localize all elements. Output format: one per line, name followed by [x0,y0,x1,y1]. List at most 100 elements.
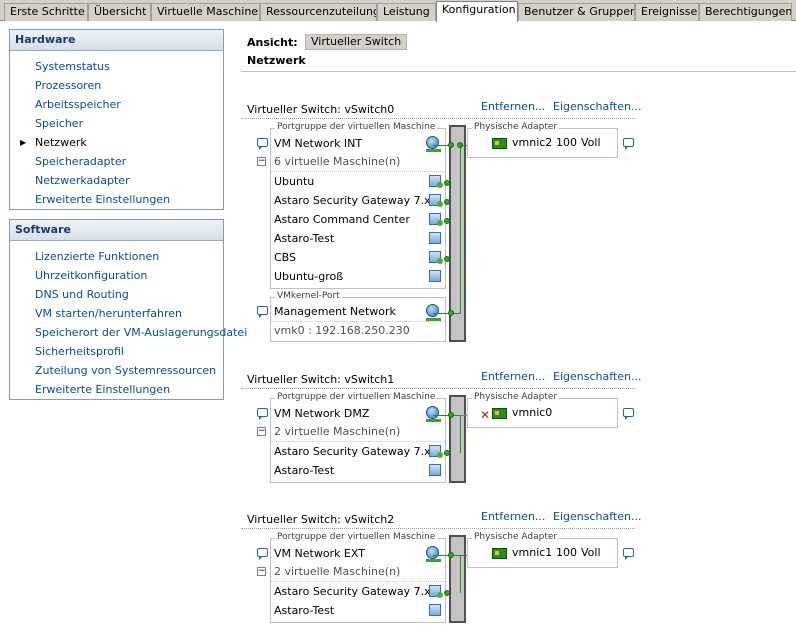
vswitch0-portgroup-name[interactable]: VM Network INT [274,134,362,153]
vswitch2-vm-count: 2 virtuelle Maschine(n) [274,565,401,578]
vswitch1-remove-link[interactable]: Entfernen... [481,370,545,383]
hardware-item-speicheradapter[interactable]: Speicheradapter [10,152,223,171]
vswitch1-portgroup-info-icon[interactable] [257,408,268,420]
vswitch0-adapter-name[interactable]: vmnic2 [512,136,552,149]
vswitch2-remove-link[interactable]: Entfernen... [481,510,545,523]
port-dot [444,450,450,456]
vswitch2-adapter-duplex: Voll [581,546,601,559]
wire [460,555,461,593]
vswitch1-adapter-caption: Physische Adapter [472,392,560,402]
view-label: Ansicht: [247,36,298,49]
vswitch1-adapter-name[interactable]: vmnic0 [512,406,552,419]
vm-row-acc[interactable]: Astaro Command Center [274,210,410,229]
port-dot [448,552,454,558]
hardware-item-speicher[interactable]: Speicher [10,114,223,133]
vswitch0-properties-link[interactable]: Eigenschaften... [553,100,641,113]
vswitch1-portgroup-name[interactable]: VM Network DMZ [274,404,369,423]
software-item-systemressourcen[interactable]: Zuteilung von Systemressourcen [10,361,223,380]
tab-erste-schritte[interactable]: Erste Schritte [4,3,88,21]
vswitch0-vm-count: 6 virtuelle Maschine(n) [274,155,401,168]
tab-ereignisse[interactable]: Ereignisse [635,3,699,21]
network-globe-icon [426,136,439,149]
vswitch1-divider [241,388,635,389]
wire [433,313,461,314]
vm-row-cbs[interactable]: CBS [274,248,296,267]
port-dot [448,412,454,418]
vm-powered-on-icon [429,194,443,207]
hardware-item-arbeitsspeicher[interactable]: Arbeitsspeicher [10,95,223,114]
collapse-icon[interactable]: − [257,157,266,166]
vswitch2-portgroup-info-icon[interactable] [257,548,268,560]
vm-powered-on-icon [429,445,443,458]
vm-row-astaro-test[interactable]: Astaro-Test [274,601,334,620]
software-item-dns-routing[interactable]: DNS und Routing [10,285,223,304]
vswitch2-adapter-caption: Physische Adapter [472,532,560,542]
vswitch1-adapter: Physische Adapter ✕ vmnic0 [467,392,618,428]
vm-powered-on-icon [429,213,443,226]
vm-row-ubuntu-gross[interactable]: Ubuntu-groß [274,267,343,286]
nic-icon [492,548,507,559]
vswitch0-adapter: Physische Adapter vmnic2 100 Voll [467,122,618,158]
tab-uebersicht[interactable]: Übersicht [88,3,151,21]
vswitch2-portgroup-name[interactable]: VM Network EXT [274,544,365,563]
section-divider [241,71,796,72]
collapse-icon[interactable]: − [257,427,266,436]
view-virtual-switch-button[interactable]: Virtueller Switch [305,34,408,50]
vm-powered-on-icon [429,585,443,598]
tab-leistung[interactable]: Leistung [377,3,436,21]
wire [433,415,461,416]
vm-row-astaro-test[interactable]: Astaro-Test [274,461,334,480]
vswitch0-vmkernel-ip: vmk0 : 192.168.250.230 [274,324,410,337]
software-panel: Software Lizenzierte Funktionen Uhrzeitk… [9,219,247,400]
software-item-vm-starten[interactable]: VM starten/herunterfahren [10,304,223,323]
tab-berechtigungen[interactable]: Berechtigungen [699,3,792,21]
software-item-sicherheitsprofil[interactable]: Sicherheitsprofil [10,342,223,361]
disconnected-x-icon: ✕ [480,408,491,422]
software-item-auslagerungsdatei[interactable]: Speicherort der VM-Auslagerungsdatei [10,323,247,342]
vswitch2-properties-link[interactable]: Eigenschaften... [553,510,641,523]
vswitch0-portgroup-caption: Portgruppe der virtuellen Maschine [275,122,438,132]
port-dot [444,199,450,205]
vswitch0-adapter-info-icon[interactable] [623,138,634,150]
vswitch1-adapter-info-icon[interactable] [623,408,634,420]
vswitch2-adapter: Physische Adapter vmnic1 100 Voll [467,532,618,568]
vm-row-asg[interactable]: Astaro Security Gateway 7.x [274,442,431,461]
network-globe-icon [426,304,439,317]
vm-powered-off-icon [429,232,441,244]
hardware-item-prozessoren[interactable]: Prozessoren [10,76,223,95]
vm-row-ubuntu[interactable]: Ubuntu [274,172,314,191]
hardware-panel-title: Hardware [10,30,223,51]
tab-bar: Erste Schritte Übersicht Virtuelle Masch… [0,0,796,22]
hardware-item-netzwerk[interactable]: ▶ Netzwerk [10,133,223,152]
vswitch0-remove-link[interactable]: Entfernen... [481,100,545,113]
vswitch2-portgroup-caption: Portgruppe der virtuellen Maschine [275,532,438,542]
wire [460,415,461,453]
hardware-item-systemstatus[interactable]: Systemstatus [10,57,223,76]
tab-benutzer-gruppen[interactable]: Benutzer & Gruppen [518,3,635,21]
vswitch2-adapter-name[interactable]: vmnic1 [512,546,552,559]
port-dot [448,142,454,148]
software-item-erweiterte-einstellungen[interactable]: Erweiterte Einstellungen [10,380,223,399]
vswitch0-vmkernel-name[interactable]: Management Network [274,302,396,321]
port-dot [444,590,450,596]
software-item-uhrzeitkonfiguration[interactable]: Uhrzeitkonfiguration [10,266,223,285]
port-dot [444,256,450,262]
tab-ressourcenzuteilung[interactable]: Ressourcenzuteilung [260,3,377,21]
hardware-item-netzwerkadapter[interactable]: Netzwerkadapter [10,171,223,190]
tab-virtuelle-maschinen[interactable]: Virtuelle Maschinen [151,3,260,21]
collapse-icon[interactable]: − [257,567,266,576]
vswitch1-properties-link[interactable]: Eigenschaften... [553,370,641,383]
vm-row-asg[interactable]: Astaro Security Gateway 7.x [274,582,431,601]
software-item-lizenzierte-funktionen[interactable]: Lizenzierte Funktionen [10,247,223,266]
vm-row-astaro-test[interactable]: Astaro-Test [274,229,334,248]
vswitch0-adapter-caption: Physische Adapter [472,122,560,132]
vswitch0-portgroup-info-icon[interactable] [257,138,268,150]
vswitch2-adapter-info-icon[interactable] [623,548,634,560]
vswitch0-vmkernel: VMkernel-Port Management Network vmk0 : … [270,291,446,342]
vm-row-asg[interactable]: Astaro Security Gateway 7.x [274,191,431,210]
tab-konfiguration[interactable]: Konfiguration [436,1,518,22]
hardware-item-erweiterte-einstellungen[interactable]: Erweiterte Einstellungen [10,190,223,209]
vswitch1-switch-bar [449,395,466,483]
nic-icon [492,408,507,419]
vswitch0-vmkernel-info-icon[interactable] [257,306,268,318]
